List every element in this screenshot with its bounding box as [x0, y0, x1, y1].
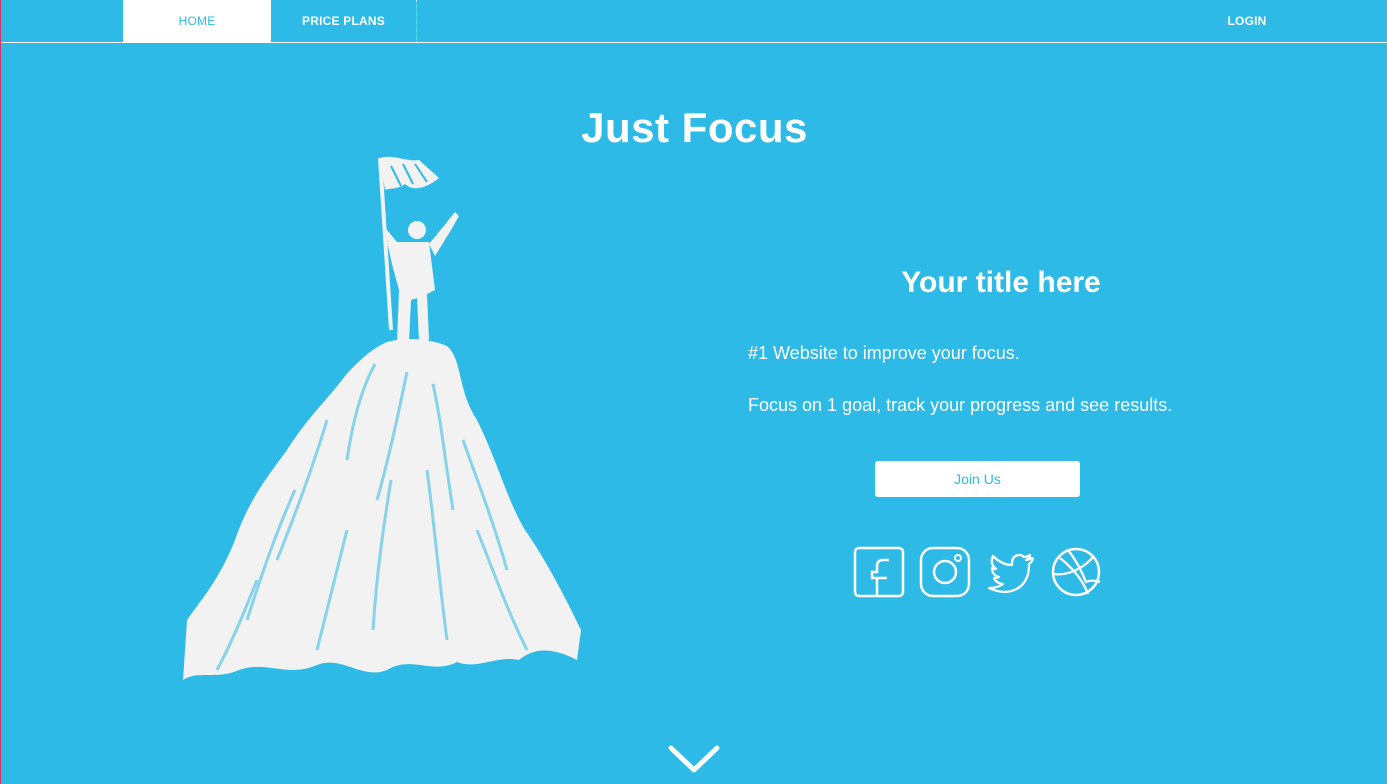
- section-title: Your title here: [901, 266, 1101, 299]
- dribbble-icon[interactable]: [1050, 546, 1102, 598]
- join-us-button[interactable]: Join Us: [875, 461, 1080, 497]
- instagram-icon[interactable]: [919, 546, 971, 598]
- description-text: Focus on 1 goal, track your progress and…: [748, 395, 1173, 415]
- nav-home[interactable]: HOME: [123, 0, 271, 42]
- top-navigation: HOME PRICE PLANS LOGIN: [1, 0, 1387, 43]
- nav-login[interactable]: LOGIN: [1197, 0, 1297, 42]
- page-title: Just Focus: [581, 104, 808, 151]
- scroll-down-chevron-icon[interactable]: [667, 742, 721, 776]
- tagline-text: #1 Website to improve your focus.: [748, 343, 1020, 363]
- nav-price-plans[interactable]: PRICE PLANS: [271, 0, 417, 42]
- twitter-icon[interactable]: [984, 546, 1036, 598]
- facebook-icon[interactable]: [853, 546, 905, 598]
- mountain-climber-illustration: [177, 150, 587, 690]
